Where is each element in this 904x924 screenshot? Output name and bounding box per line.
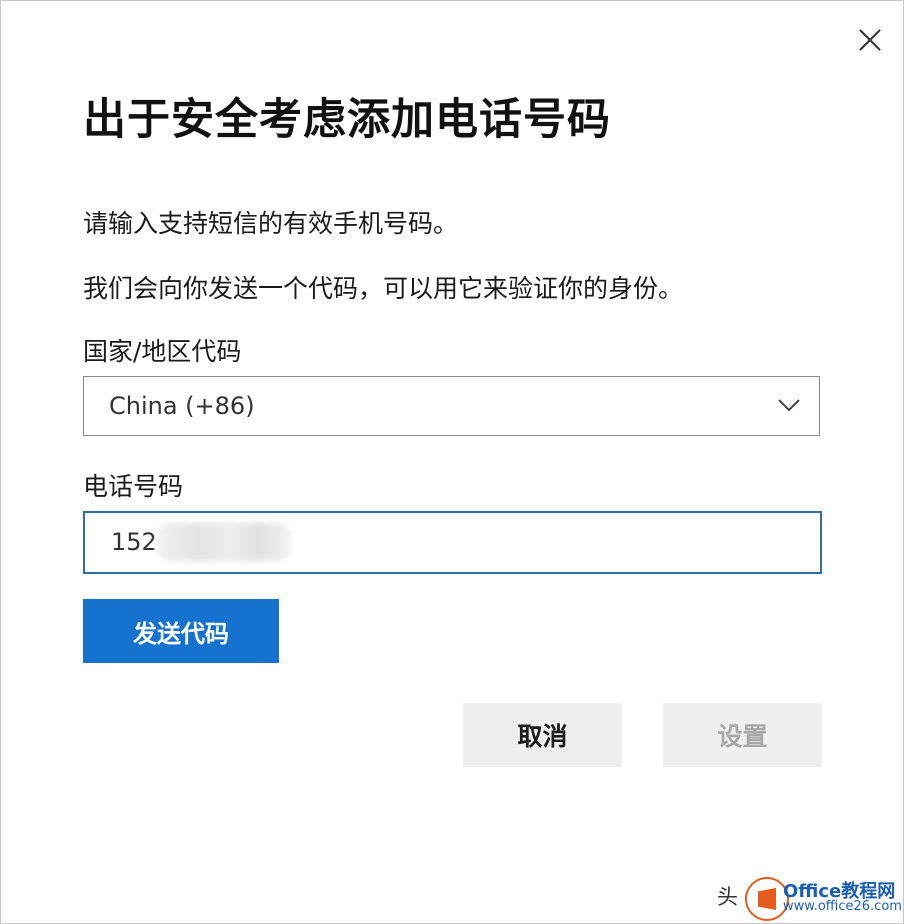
add-phone-dialog: 出于安全考虑添加电话号码 请输入支持短信的有效手机号码。 我们会向你发送一个代码…: [0, 0, 904, 924]
close-button[interactable]: [853, 23, 887, 57]
phone-number-label: 电话号码: [83, 472, 184, 501]
watermark-prefix: 头: [717, 885, 738, 909]
close-icon[interactable]: [853, 23, 887, 57]
dialog-title: 出于安全考虑添加电话号码: [83, 95, 611, 145]
phone-number-input[interactable]: 152: [83, 511, 822, 574]
description-line-1: 请输入支持短信的有效手机号码。: [83, 209, 459, 238]
description-line-2: 我们会向你发送一个代码，可以用它来验证你的身份。: [83, 274, 684, 303]
cancel-button[interactable]: 取消: [463, 703, 622, 767]
redacted-blur: [157, 523, 291, 561]
country-code-value: China (+86): [109, 392, 255, 420]
country-code-label: 国家/地区代码: [83, 337, 242, 366]
phone-number-value: 152: [111, 528, 157, 556]
country-code-select[interactable]: China (+86): [83, 376, 820, 436]
chevron-down-icon: [778, 399, 800, 412]
set-button[interactable]: 设置: [663, 703, 822, 767]
watermark-url: www.office26.com: [783, 899, 902, 914]
watermark: 头 Office教程网 www.office26.com: [717, 875, 903, 923]
send-code-button[interactable]: 发送代码: [83, 599, 279, 663]
